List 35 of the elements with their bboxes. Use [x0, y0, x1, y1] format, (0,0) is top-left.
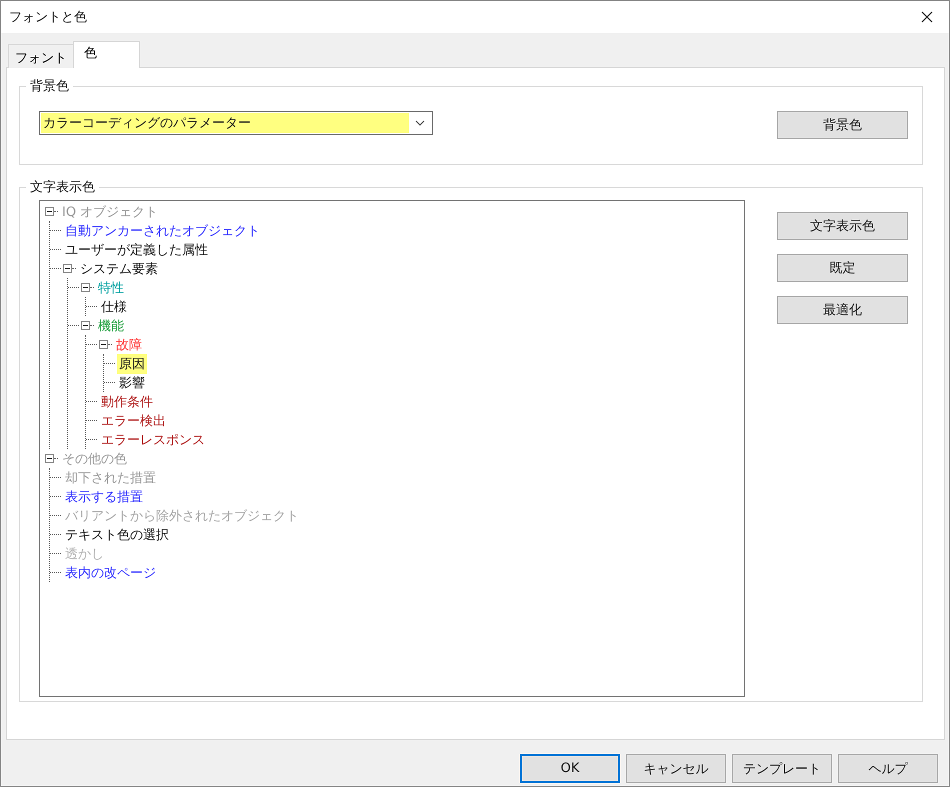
background-color-button[interactable]: 背景色 — [777, 111, 908, 139]
tree-item[interactable]: 自動アンカーされたオブジェクト — [63, 220, 262, 240]
tree-item[interactable]: エラー検出 — [99, 410, 168, 430]
tab[interactable]: 色 — [73, 41, 140, 68]
collapse-icon[interactable] — [45, 454, 54, 463]
side-button[interactable]: 既定 — [777, 254, 908, 282]
collapse-icon[interactable] — [81, 321, 90, 330]
tree-item[interactable]: 仕様 — [99, 296, 129, 316]
tree-item[interactable]: ユーザーが定義した属性 — [63, 240, 210, 260]
tree-item[interactable]: 表内の改ページ — [63, 562, 158, 582]
collapse-icon[interactable] — [45, 207, 54, 216]
tree-item[interactable]: 影響 — [117, 372, 147, 392]
side-button[interactable]: 文字表示色 — [777, 212, 908, 240]
tree-item[interactable]: 表示する措置 — [63, 486, 145, 506]
tree-item[interactable]: 故障 — [114, 334, 144, 354]
tab[interactable]: フォント — [8, 44, 74, 68]
dialog-button[interactable]: OK — [520, 754, 620, 783]
dialog-button[interactable]: ヘルプ — [838, 754, 938, 783]
tree-item[interactable]: 動作条件 — [99, 392, 155, 412]
collapse-icon[interactable] — [63, 264, 72, 273]
tree-item[interactable]: エラーレスポンス — [99, 430, 207, 450]
collapse-icon[interactable] — [81, 283, 90, 292]
tree-item[interactable]: システム要素 — [78, 258, 160, 278]
close-icon — [921, 11, 933, 23]
tree-item[interactable]: 原因 — [117, 354, 147, 374]
dialog-button[interactable]: テンプレート — [732, 754, 832, 783]
collapse-icon[interactable] — [99, 340, 108, 349]
window-title: フォントと色 — [9, 9, 87, 26]
color-dropdown[interactable]: カラーコーディングのパラメーター — [39, 111, 433, 135]
side-button[interactable]: 最適化 — [777, 296, 908, 324]
group-title: 文字表示色 — [26, 178, 99, 196]
chevron-down-icon — [415, 120, 425, 126]
dialog-button[interactable]: キャンセル — [626, 754, 726, 783]
group-title: 背景色 — [26, 77, 73, 95]
tree-item[interactable]: テキスト色の選択 — [63, 524, 171, 544]
